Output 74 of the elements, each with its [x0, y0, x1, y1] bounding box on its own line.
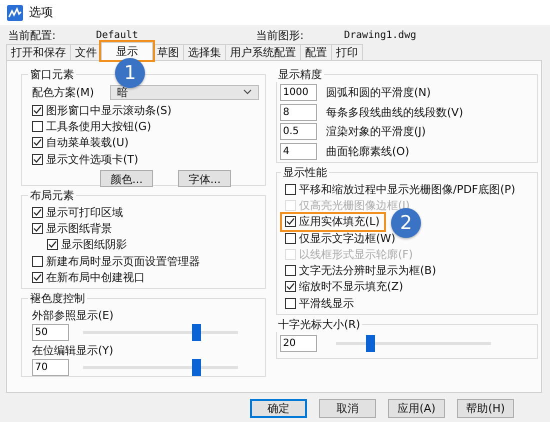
input-field[interactable]: 70 [32, 358, 69, 376]
dialog-button[interactable]: 确定 [250, 399, 307, 418]
slider-thumb[interactable] [192, 358, 202, 376]
tab[interactable]: 打印 [331, 44, 363, 60]
checkbox[interactable] [285, 281, 296, 292]
checkbox-label: 工具条使用大按钮(G) [46, 118, 152, 134]
dialog-button[interactable]: 帮助(H) [457, 399, 514, 418]
tab[interactable]: 配置 [300, 44, 332, 60]
checkbox-label: 文字无法分辨时显示为框(B) [299, 263, 436, 278]
field-label: 配色方案(M) [32, 84, 96, 100]
app-icon [7, 4, 23, 20]
field-label: 每条多段线曲线的线段数(V) [326, 104, 464, 120]
group-title: 显示性能 [282, 165, 328, 180]
tab[interactable]: 打开和保存 [6, 44, 71, 60]
field-label: 外部参照显示(E) [32, 308, 115, 322]
input-field[interactable]: 1000 [280, 84, 317, 102]
input-field[interactable]: 50 [32, 324, 69, 340]
checkbox[interactable] [32, 272, 43, 283]
dropdown[interactable]: 暗 [110, 84, 259, 100]
checkbox[interactable] [32, 206, 43, 218]
checkbox-label: 图形窗口中显示滚动条(S) [46, 102, 172, 118]
checkbox[interactable] [285, 298, 296, 309]
drawing-label: 当前图形: [256, 28, 305, 42]
checkbox-label: 新建布局时显示页面设置管理器 [46, 254, 200, 269]
checkbox-label: 缩放时不显示填充(Z) [299, 279, 404, 294]
checkbox-label: 以线框形式显示轮廓(F) [299, 246, 413, 262]
group-title: 布局元素 [29, 188, 75, 203]
checkbox[interactable] [32, 222, 43, 234]
field-label: 圆弧和圆的平滑度(N) [326, 85, 431, 100]
input-field[interactable]: 0.5 [280, 123, 317, 140]
chevron-down-icon [243, 89, 252, 95]
checkbox[interactable] [32, 256, 43, 267]
group-title: 窗口元素 [29, 67, 75, 82]
checkbox[interactable] [32, 137, 43, 148]
checkbox-label: 平移和缩放过程中显示光栅图像/PDF底图(P) [299, 182, 516, 197]
checkbox[interactable] [285, 232, 296, 244]
checkbox-label: 显示图纸阴影 [61, 237, 127, 252]
dialog-button[interactable]: 字体... [178, 170, 231, 188]
field-label: 在位编辑显示(Y) [32, 343, 114, 357]
group-title: 显示精度 [277, 67, 323, 82]
slider-thumb[interactable] [192, 324, 202, 340]
checkbox-label: 显示可打印区域 [46, 204, 123, 220]
dialog-button[interactable]: 颜色... [100, 170, 153, 188]
checkbox[interactable] [285, 265, 296, 276]
checkbox[interactable] [32, 154, 43, 165]
checkbox[interactable] [285, 216, 296, 228]
checkbox[interactable] [47, 239, 58, 250]
drawing-value: Drawing1.dwg [344, 30, 418, 40]
checkbox-label: 在新布局中创建视口 [46, 270, 145, 285]
group-title: 褪色度控制 [29, 291, 86, 306]
group-title: 十字光标大小(R) [277, 317, 362, 332]
checkbox-label: 平滑线显示 [299, 296, 354, 311]
checkbox-label: 自动菜单装载(U) [46, 135, 129, 150]
window-title: 选项 [29, 4, 53, 21]
checkbox[interactable] [32, 120, 43, 132]
checkbox[interactable] [285, 184, 296, 195]
tab[interactable]: 选择集 [183, 44, 226, 60]
input-field[interactable]: 4 [280, 142, 317, 160]
input-field[interactable]: 8 [280, 104, 317, 121]
tab[interactable]: 显示 [101, 42, 153, 60]
dialog-button[interactable]: 取消 [319, 399, 376, 418]
checkbox-label: 应用实体填充(L) [299, 214, 380, 230]
slider-thumb[interactable] [366, 334, 374, 352]
profile-label: 当前配置: [8, 28, 57, 42]
field-label: 曲面轮廓素线(O) [326, 144, 410, 159]
tab[interactable]: 用户系统配置 [225, 44, 301, 60]
field-label: 渲染对象的平滑度(J) [326, 124, 426, 140]
input-field[interactable]: 20 [280, 334, 317, 352]
tab[interactable]: 文件 [70, 44, 102, 60]
checkbox-label: 显示文件选项卡(T) [46, 152, 138, 167]
checkbox-label: 显示图纸背景 [46, 220, 112, 236]
profile-value: Default [96, 30, 140, 40]
dialog-button[interactable]: 应用(A) [388, 399, 445, 418]
checkbox[interactable] [32, 104, 43, 116]
